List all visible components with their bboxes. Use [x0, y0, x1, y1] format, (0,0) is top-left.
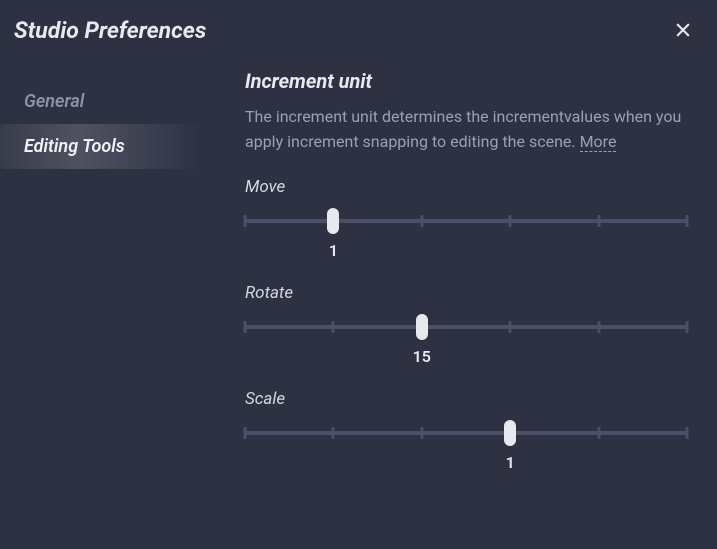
dialog-title: Studio Preferences	[14, 17, 206, 44]
close-button[interactable]	[669, 16, 697, 44]
slider-tick	[597, 427, 600, 439]
section-title: Increment unit	[245, 69, 687, 93]
slider-tick	[686, 427, 689, 439]
close-icon	[673, 20, 693, 40]
sidebar: General Editing Tools	[0, 69, 225, 495]
slider-value-scale: 1	[245, 453, 687, 471]
slider-group-scale: Scale 1	[245, 389, 687, 471]
slider-tick	[420, 427, 423, 439]
slider-tick	[509, 321, 512, 333]
slider-tick	[244, 215, 247, 227]
header: Studio Preferences	[0, 0, 717, 54]
slider-tick	[509, 215, 512, 227]
content: Increment unit The increment unit determ…	[225, 69, 717, 495]
slider-scale[interactable]	[245, 423, 687, 443]
slider-tick	[244, 427, 247, 439]
slider-thumb-rotate[interactable]	[416, 314, 428, 340]
slider-label-scale: Scale	[245, 389, 687, 409]
slider-label-move: Move	[245, 177, 687, 197]
section-description: The increment unit determines the increm…	[245, 105, 687, 155]
slider-rotate[interactable]	[245, 317, 687, 337]
body: General Editing Tools Increment unit The…	[0, 54, 717, 495]
sidebar-item-editing-tools[interactable]: Editing Tools	[0, 124, 225, 169]
slider-tick	[332, 321, 335, 333]
slider-group-rotate: Rotate 15	[245, 283, 687, 365]
slider-label-rotate: Rotate	[245, 283, 687, 303]
slider-value-move: 1	[245, 241, 687, 259]
slider-tick	[686, 321, 689, 333]
slider-track	[245, 325, 687, 329]
sidebar-item-general[interactable]: General	[0, 79, 225, 124]
slider-tick	[686, 215, 689, 227]
slider-tick	[244, 321, 247, 333]
slider-thumb-scale[interactable]	[504, 420, 516, 446]
slider-track	[245, 431, 687, 435]
slider-value-rotate: 15	[245, 347, 687, 365]
slider-track	[245, 219, 687, 223]
slider-tick	[597, 321, 600, 333]
slider-tick	[420, 215, 423, 227]
slider-thumb-move[interactable]	[327, 208, 339, 234]
slider-group-move: Move 1	[245, 177, 687, 259]
slider-move[interactable]	[245, 211, 687, 231]
slider-tick	[597, 215, 600, 227]
more-link[interactable]: More	[580, 132, 617, 152]
slider-tick	[332, 427, 335, 439]
